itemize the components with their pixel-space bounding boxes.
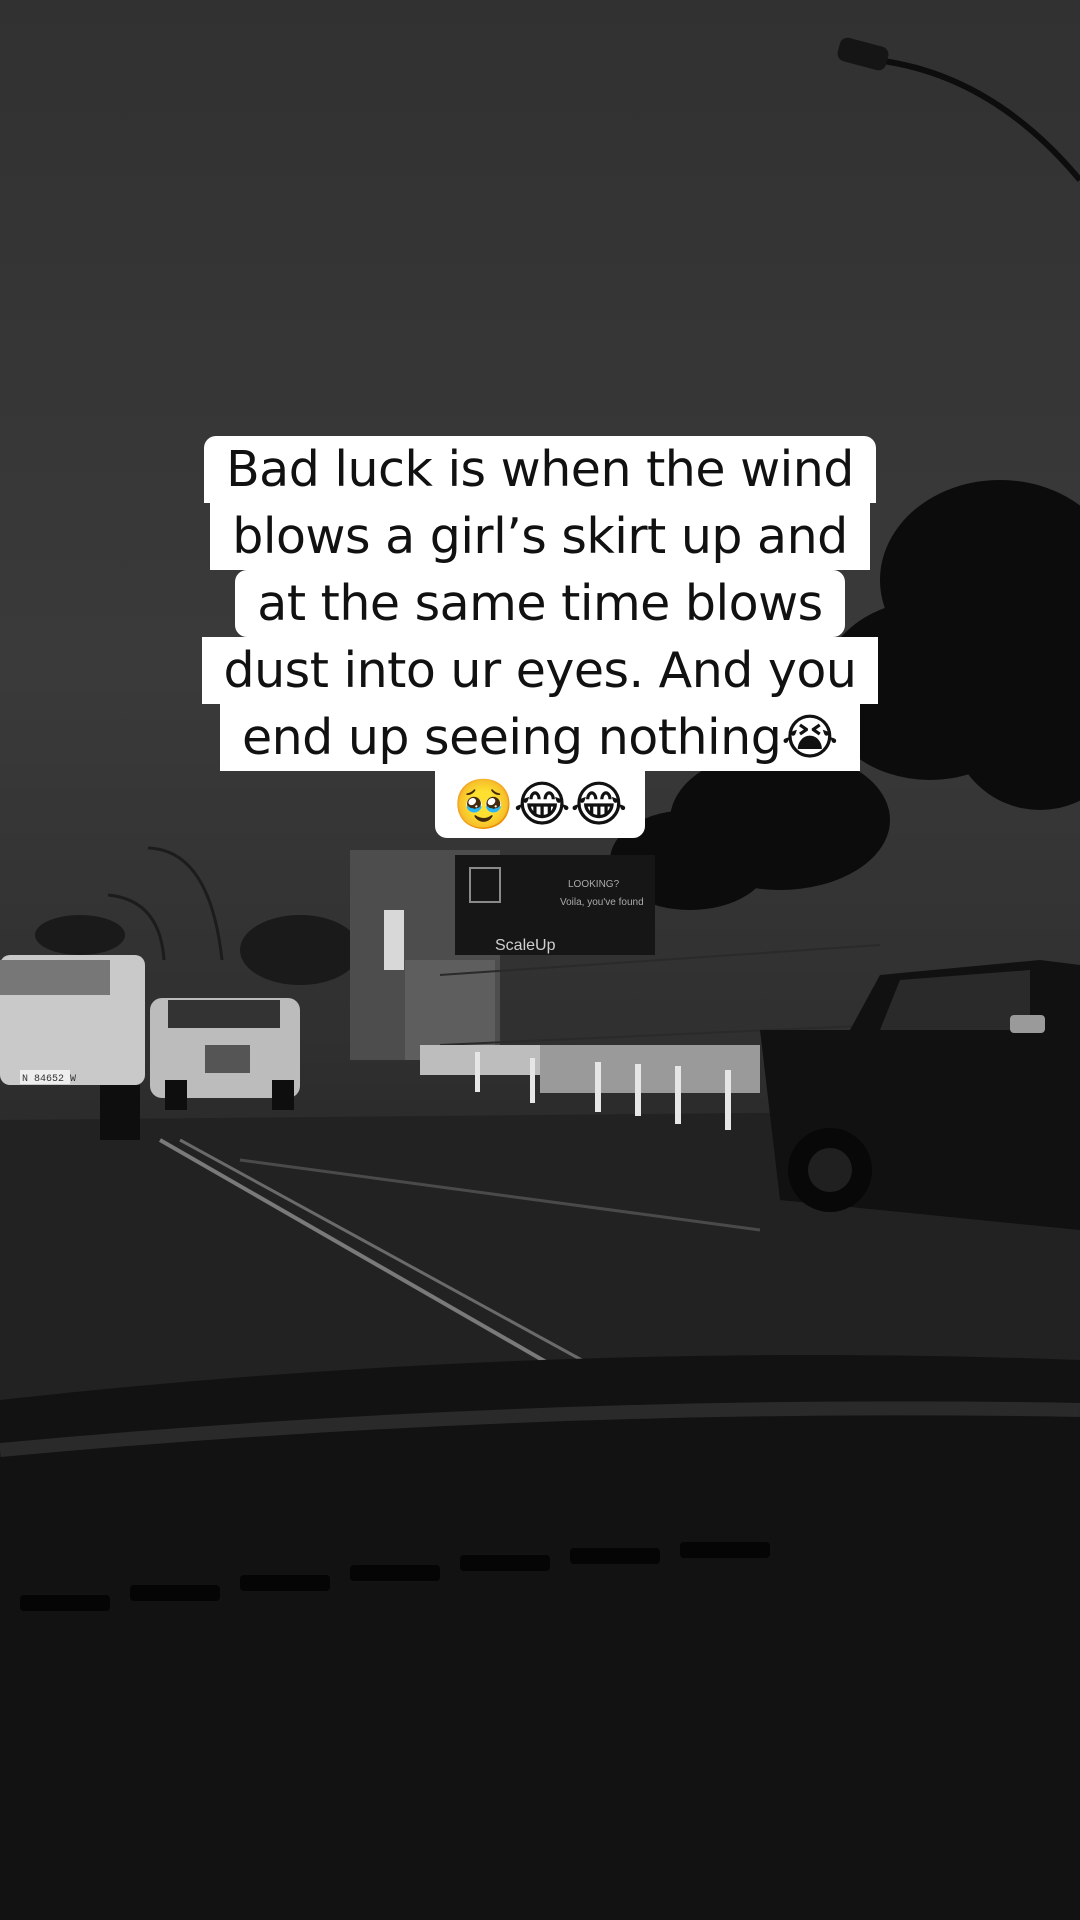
street-lamp-head: [837, 37, 889, 71]
sign-text-voila: Voila, you've found: [560, 897, 644, 908]
sign-text-looking: LOOKING?: [568, 879, 620, 890]
caption-line-5: end up seeing nothing😭: [219, 704, 861, 771]
caption-line-1: Bad luck is when the wind: [204, 436, 876, 503]
caption-line-2: blows a girl’s skirt up and: [210, 503, 870, 570]
caption-line-3: at the same time blows: [235, 570, 845, 637]
building: LOOKING? Voila, you've found ScaleUp: [350, 850, 655, 1060]
caption-line-4: dust into ur eyes. And you: [201, 637, 879, 704]
white-pickup: N 84652 W: [0, 955, 145, 1140]
sign-text-scaleup: ScaleUp: [495, 937, 556, 954]
street-lamp-left-1: [147, 846, 224, 961]
license-plate: N 84652 W: [22, 1074, 76, 1085]
street-scene: LOOKING? Voila, you've found ScaleUp N 8…: [0, 37, 1080, 1920]
dark-pickup: [760, 960, 1080, 1230]
street-lamp-pole: [844, 55, 1080, 182]
background-photo: LOOKING? Voila, you've found ScaleUp N 8…: [0, 0, 1080, 1920]
caption-line-6: 🥹😂😂: [434, 771, 646, 838]
caption-overlay: Bad luck is when the wind blows a girl’s…: [0, 436, 1080, 838]
white-suv: [150, 998, 300, 1110]
